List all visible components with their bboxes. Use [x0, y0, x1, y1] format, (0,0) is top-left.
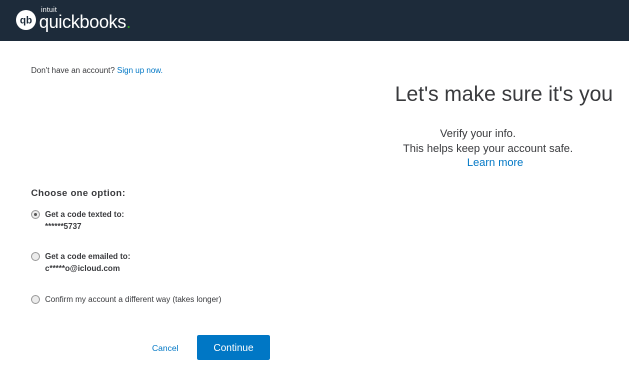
- continue-button[interactable]: Continue: [197, 335, 270, 360]
- safety-text: This helps keep your account safe.: [403, 143, 573, 155]
- learn-more-link[interactable]: Learn more: [467, 157, 523, 169]
- quickbooks-label: quickbooks.: [39, 12, 131, 32]
- cancel-button[interactable]: Cancel: [152, 343, 178, 353]
- option-title: Confirm my account a different way (take…: [45, 295, 222, 304]
- qb-icon: qb: [16, 10, 36, 30]
- option-email-code[interactable]: Get a code emailed to: c*****o@icloud.co…: [31, 251, 130, 275]
- option-title: Get a code texted to:: [45, 210, 125, 219]
- verify-text: Verify your info.: [440, 128, 516, 140]
- option-different-way[interactable]: Confirm my account a different way (take…: [31, 294, 230, 306]
- radio-email-code[interactable]: [31, 252, 40, 261]
- radio-different-way[interactable]: [31, 295, 40, 304]
- options-label: Choose one option:: [31, 188, 126, 199]
- svg-text:qb: qb: [20, 16, 32, 27]
- option-title: Get a code emailed to:: [45, 252, 131, 261]
- masked-phone: ******5737: [45, 222, 82, 231]
- top-bar: qb intuit quickbooks.: [0, 0, 629, 41]
- page-title: Let's make sure it's you: [394, 83, 613, 106]
- masked-email: c*****o@icloud.com: [45, 264, 120, 273]
- sign-up-link[interactable]: Sign up now.: [117, 66, 163, 75]
- signup-prompt: Don't have an account? Sign up now.: [31, 66, 163, 75]
- radio-text-code[interactable]: [31, 210, 40, 219]
- quickbooks-logo[interactable]: qb intuit quickbooks.: [16, 7, 131, 32]
- option-text-code[interactable]: Get a code texted to: ******5737: [31, 209, 124, 233]
